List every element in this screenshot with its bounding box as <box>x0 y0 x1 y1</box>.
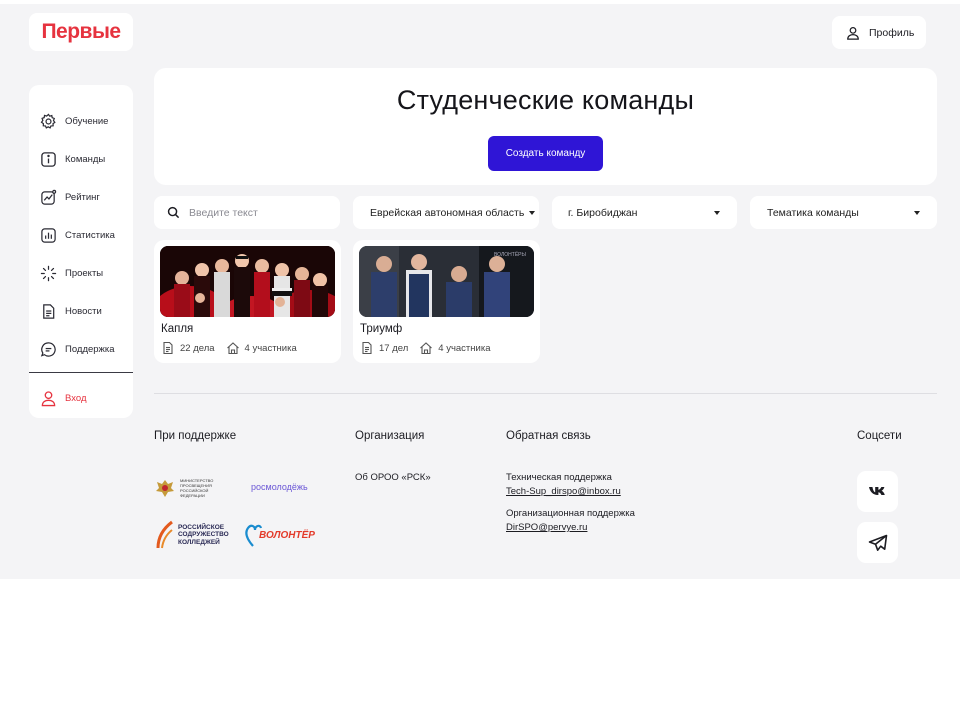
create-team-button[interactable]: Создать команду <box>488 136 603 171</box>
sidebar-item-statistics[interactable]: Статистика <box>29 216 133 254</box>
search-icon <box>167 206 180 219</box>
chevron-down-icon <box>914 210 920 215</box>
user-icon <box>41 390 56 406</box>
sidebar-item-news[interactable]: Новости <box>29 292 133 330</box>
rosmolodezh-logo[interactable]: росмолодёжь <box>251 482 308 492</box>
house-icon <box>420 342 433 355</box>
theme-select[interactable]: Тематика команды <box>750 196 937 229</box>
sidebar-item-login[interactable]: Вход <box>29 379 133 417</box>
document-icon <box>43 303 55 319</box>
team-meta: 17 дел 4 участника <box>360 341 490 355</box>
page-header-card: Студенческие команды Создать команду <box>154 68 937 185</box>
document-icon <box>362 341 372 355</box>
sidebar-item-learning[interactable]: Обучение <box>29 102 133 140</box>
team-photo: ВОЛОНТЁРЫ <box>359 246 534 317</box>
document-icon <box>163 341 173 355</box>
org-support-email[interactable]: DirSPO@pervye.ru <box>506 522 587 533</box>
sidebar-item-label: Обучение <box>65 115 109 127</box>
telegram-button[interactable] <box>857 522 898 563</box>
sidebar-item-label: Статистика <box>65 229 115 241</box>
team-card[interactable]: ВОЛОНТЁРЫ Триумф 17 дел 4 участника <box>353 240 540 363</box>
tech-support-label: Техническая поддержка <box>506 472 612 483</box>
team-name: Капля <box>161 323 194 335</box>
colleges-line: РОССИЙСКОЕ <box>178 523 225 531</box>
arrow-swoosh-icon <box>156 520 173 549</box>
colleges-line: СОДРУЖЕСТВО <box>178 531 229 539</box>
bar-chart-icon <box>41 227 56 243</box>
sidebar-item-label: Поддержка <box>65 343 115 355</box>
sidebar-divider <box>29 372 133 373</box>
feedback-heading: Обратная связь <box>506 430 591 442</box>
org-support-label: Организационная поддержка <box>506 508 635 519</box>
tech-support-email[interactable]: Tech-Sup_dirspo@inbox.ru <box>506 486 621 497</box>
sidebar-item-label: Новости <box>65 305 102 317</box>
sidebar-item-teams[interactable]: Команды <box>29 140 133 178</box>
sidebar: Обучение Команды Рейтинг Статистика Прое… <box>29 85 133 418</box>
vk-icon <box>868 486 885 495</box>
info-icon <box>41 151 56 167</box>
loader-icon <box>40 265 57 281</box>
profile-label: Профиль <box>869 26 915 39</box>
search-box[interactable] <box>154 196 340 229</box>
volunteer-text: ВОЛОНТЁР <box>259 529 315 541</box>
colleges-logo[interactable]: РОССИЙСКОЕ СОДРУЖЕСТВО КОЛЛЕДЖЕЙ <box>154 520 229 550</box>
search-input[interactable] <box>189 206 329 219</box>
colleges-line: КОЛЛЕДЖЕЙ <box>178 538 220 546</box>
team-card[interactable]: Капля 22 дела 4 участника <box>154 240 341 363</box>
chat-icon <box>40 341 56 357</box>
sidebar-item-label: Команды <box>65 153 106 165</box>
city-select-value: г. Биробиджан <box>568 206 638 219</box>
city-select[interactable]: г. Биробиджан <box>552 196 737 229</box>
team-cases: 17 дел <box>379 342 409 354</box>
sidebar-item-label: Рейтинг <box>65 191 100 203</box>
svg-text:ВОЛОНТЁРЫ: ВОЛОНТЁРЫ <box>494 251 527 258</box>
profile-button[interactable]: Профиль <box>832 16 926 49</box>
vk-button[interactable] <box>857 471 898 512</box>
volunteer-logo[interactable]: ВОЛОНТЁР <box>244 522 315 548</box>
chevron-down-icon <box>529 210 536 215</box>
sidebar-item-rating[interactable]: Рейтинг <box>29 178 133 216</box>
org-link[interactable]: Об ОРОО «РСК» <box>355 472 431 483</box>
house-icon <box>226 342 239 355</box>
support-heading: При поддержке <box>154 430 237 442</box>
org-heading: Организация <box>355 430 425 442</box>
team-members: 4 участника <box>438 342 491 354</box>
team-meta: 22 дела 4 участника <box>161 341 297 355</box>
sidebar-item-projects[interactable]: Проекты <box>29 254 133 292</box>
sidebar-item-label: Проекты <box>65 267 104 279</box>
region-select[interactable]: Еврейская автономная область <box>353 196 539 229</box>
team-cases: 22 дела <box>180 342 215 354</box>
gear-icon <box>40 112 56 129</box>
sidebar-item-label: Вход <box>65 392 87 404</box>
team-photo <box>160 246 335 317</box>
user-icon <box>847 26 859 40</box>
eagle-emblem-icon <box>156 480 174 497</box>
theme-select-value: Тематика команды <box>767 206 859 219</box>
logo[interactable]: Первые <box>29 13 133 51</box>
region-select-value: Еврейская автономная область <box>370 206 525 219</box>
team-members: 4 участника <box>244 342 297 354</box>
rosmolodezh-text: росмолодёжь <box>251 482 308 492</box>
footer-divider <box>154 393 937 394</box>
team-name: Триумф <box>360 323 403 335</box>
ministry-text: МИНИСТЕРСТВО ПРОСВЕЩЕНИЯ РОССИЙСКОЙ ФЕДЕ… <box>180 478 214 498</box>
social-heading: Соцсети <box>857 430 902 442</box>
ministry-logo[interactable]: МИНИСТЕРСТВО ПРОСВЕЩЕНИЯ РОССИЙСКОЙ ФЕДЕ… <box>154 478 232 498</box>
logo-text: Первые <box>41 20 121 43</box>
trend-chart-icon <box>41 189 57 205</box>
chevron-down-icon <box>714 210 720 215</box>
telegram-icon <box>868 534 887 551</box>
page-title: Студенческие команды <box>396 85 695 115</box>
sidebar-item-support[interactable]: Поддержка <box>29 330 133 368</box>
